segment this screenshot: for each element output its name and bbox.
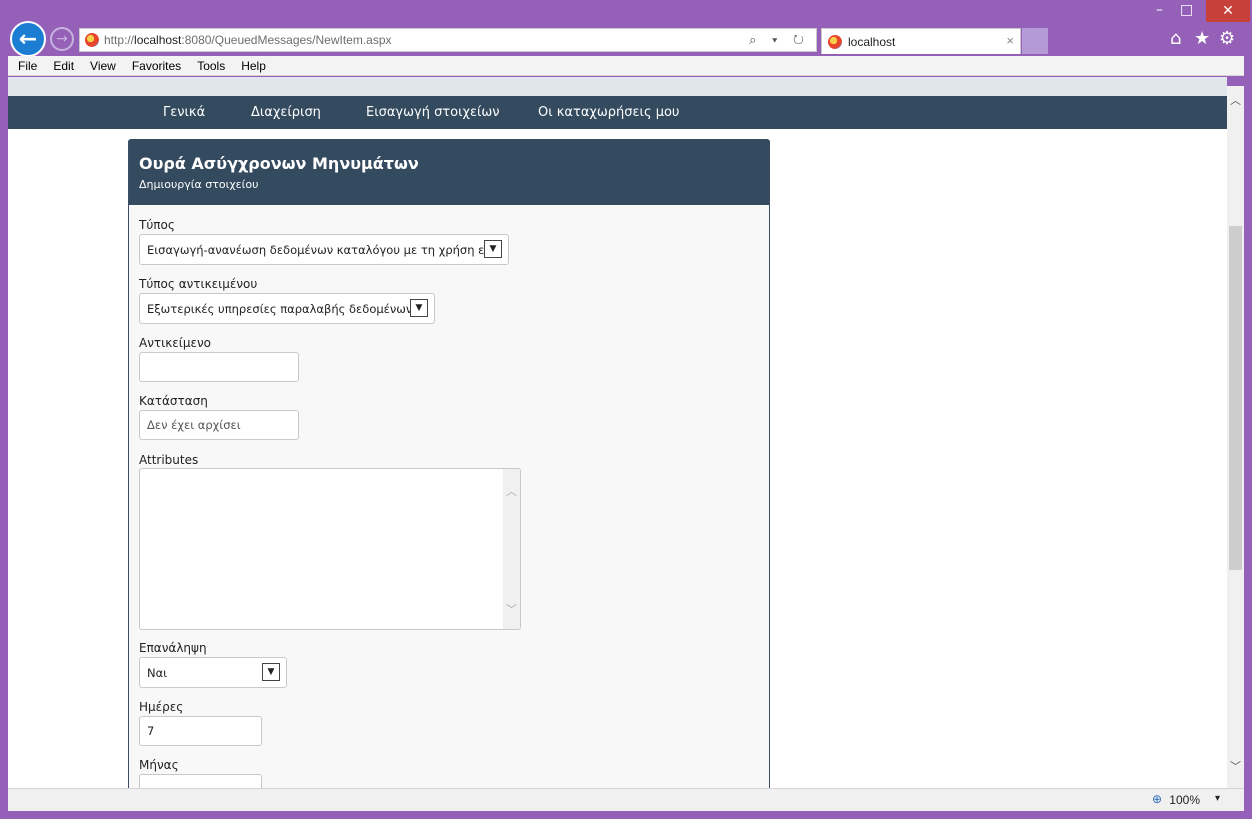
type-select-value: Εισαγωγή-ανανέωση δεδομένων καταλόγου με…: [147, 242, 485, 257]
tab-favicon-icon: [828, 35, 842, 49]
settings-gear-icon[interactable]: ⚙: [1219, 28, 1235, 49]
object-type-label: Τύπος αντικειμένου: [139, 277, 258, 291]
chevron-down-icon: ▼: [410, 299, 428, 317]
zoom-icon[interactable]: ⊕: [1152, 792, 1162, 806]
url-prefix: http://: [104, 33, 135, 47]
page-scrollbar[interactable]: ︿ ﹀: [1227, 86, 1244, 788]
month-label: Μήνας: [139, 758, 179, 772]
minimize-icon[interactable]: –: [1156, 2, 1163, 18]
zoom-level[interactable]: 100%: [1169, 793, 1200, 807]
page-title: Ουρά Ασύγχρονων Μηνυμάτων: [139, 154, 419, 173]
object-label: Αντικείμενο: [139, 336, 211, 350]
forward-arrow-icon: →: [56, 31, 68, 47]
zoom-dropdown-icon[interactable]: ▾: [1215, 793, 1220, 804]
panel-header: Ουρά Ασύγχρονων Μηνυμάτων Δημιουργία στο…: [129, 140, 769, 205]
scroll-up-icon: ︿: [506, 485, 517, 498]
menu-edit[interactable]: Edit: [53, 59, 74, 73]
status-input[interactable]: Δεν έχει αρχίσει: [139, 410, 299, 440]
page-subtitle: Δημιουργία στοιχείου: [139, 178, 259, 191]
object-type-select[interactable]: Εξωτερικές υπηρεσίες παραλαβής δεδομένων…: [139, 293, 435, 324]
textarea-scrollbar[interactable]: ︿ ﹀: [503, 469, 520, 629]
top-strip: [8, 77, 1227, 96]
object-input[interactable]: [139, 352, 299, 382]
menu-favorites[interactable]: Favorites: [132, 59, 181, 73]
days-input[interactable]: 7: [139, 716, 262, 746]
repeat-select[interactable]: Ναι ▼: [139, 657, 287, 688]
nav-administration[interactable]: Διαχείριση: [251, 105, 321, 120]
status-bar: ⊕ 100% ▾: [8, 788, 1244, 811]
favorites-star-icon[interactable]: ★: [1194, 28, 1210, 49]
type-select[interactable]: Εισαγωγή-ανανέωση δεδομένων καταλόγου με…: [139, 234, 509, 265]
browser-tab[interactable]: localhost ×: [821, 28, 1021, 54]
status-label: Κατάσταση: [139, 394, 208, 408]
maximize-icon[interactable]: □: [1180, 2, 1193, 18]
address-bar[interactable]: http://localhost:8080/QueuedMessages/New…: [79, 28, 817, 52]
scroll-down-icon[interactable]: ﹀: [1230, 758, 1241, 774]
back-button[interactable]: ←: [10, 21, 46, 57]
menu-bar: File Edit View Favorites Tools Help: [8, 56, 1244, 76]
menu-tools[interactable]: Tools: [197, 59, 225, 73]
window-close-button[interactable]: ✕: [1206, 0, 1250, 22]
scroll-down-icon: ﹀: [506, 603, 517, 616]
back-arrow-icon: ←: [18, 26, 38, 52]
repeat-select-value: Ναι: [147, 665, 168, 680]
chevron-down-icon: ▼: [484, 240, 502, 258]
search-refresh-icons[interactable]: ⌕ ▾ ↻: [749, 32, 810, 48]
scroll-up-icon[interactable]: ︿: [1230, 92, 1241, 108]
object-type-select-value: Εξωτερικές υπηρεσίες παραλαβής δεδομένων: [147, 301, 413, 316]
attributes-textarea[interactable]: ︿ ﹀: [139, 468, 521, 630]
site-navigation: Γενικά Διαχείριση Εισαγωγή στοιχείων Οι …: [8, 96, 1227, 129]
url-path: :8080/QueuedMessages/NewItem.aspx: [181, 33, 392, 47]
menu-file[interactable]: File: [18, 59, 37, 73]
type-label: Τύπος: [139, 218, 175, 232]
forward-button[interactable]: →: [50, 27, 74, 51]
scrollbar-thumb[interactable]: [1229, 226, 1242, 570]
url-host: localhost: [134, 33, 182, 47]
new-tab-button[interactable]: [1022, 28, 1048, 54]
attributes-label: Attributes: [139, 453, 199, 467]
form-panel: Ουρά Ασύγχρονων Μηνυμάτων Δημιουργία στο…: [128, 139, 770, 788]
days-input-value: 7: [147, 724, 155, 738]
chevron-down-icon: ▼: [262, 663, 280, 681]
nav-general[interactable]: Γενικά: [163, 105, 205, 120]
home-icon[interactable]: ⌂: [1170, 28, 1181, 49]
days-label: Ημέρες: [139, 700, 184, 714]
site-favicon-icon: [85, 33, 99, 47]
month-input[interactable]: [139, 774, 262, 788]
nav-data-import[interactable]: Εισαγωγή στοιχείων: [366, 105, 500, 120]
status-input-placeholder: Δεν έχει αρχίσει: [147, 418, 241, 432]
menu-help[interactable]: Help: [241, 59, 266, 73]
menu-view[interactable]: View: [90, 59, 116, 73]
nav-my-entries[interactable]: Οι καταχωρήσεις μου: [538, 105, 679, 120]
repeat-label: Επανάληψη: [139, 641, 207, 655]
close-tab-icon[interactable]: ×: [1006, 33, 1014, 48]
tab-title: localhost: [848, 34, 896, 49]
page-viewport: Γενικά Διαχείριση Εισαγωγή στοιχείων Οι …: [8, 77, 1227, 788]
